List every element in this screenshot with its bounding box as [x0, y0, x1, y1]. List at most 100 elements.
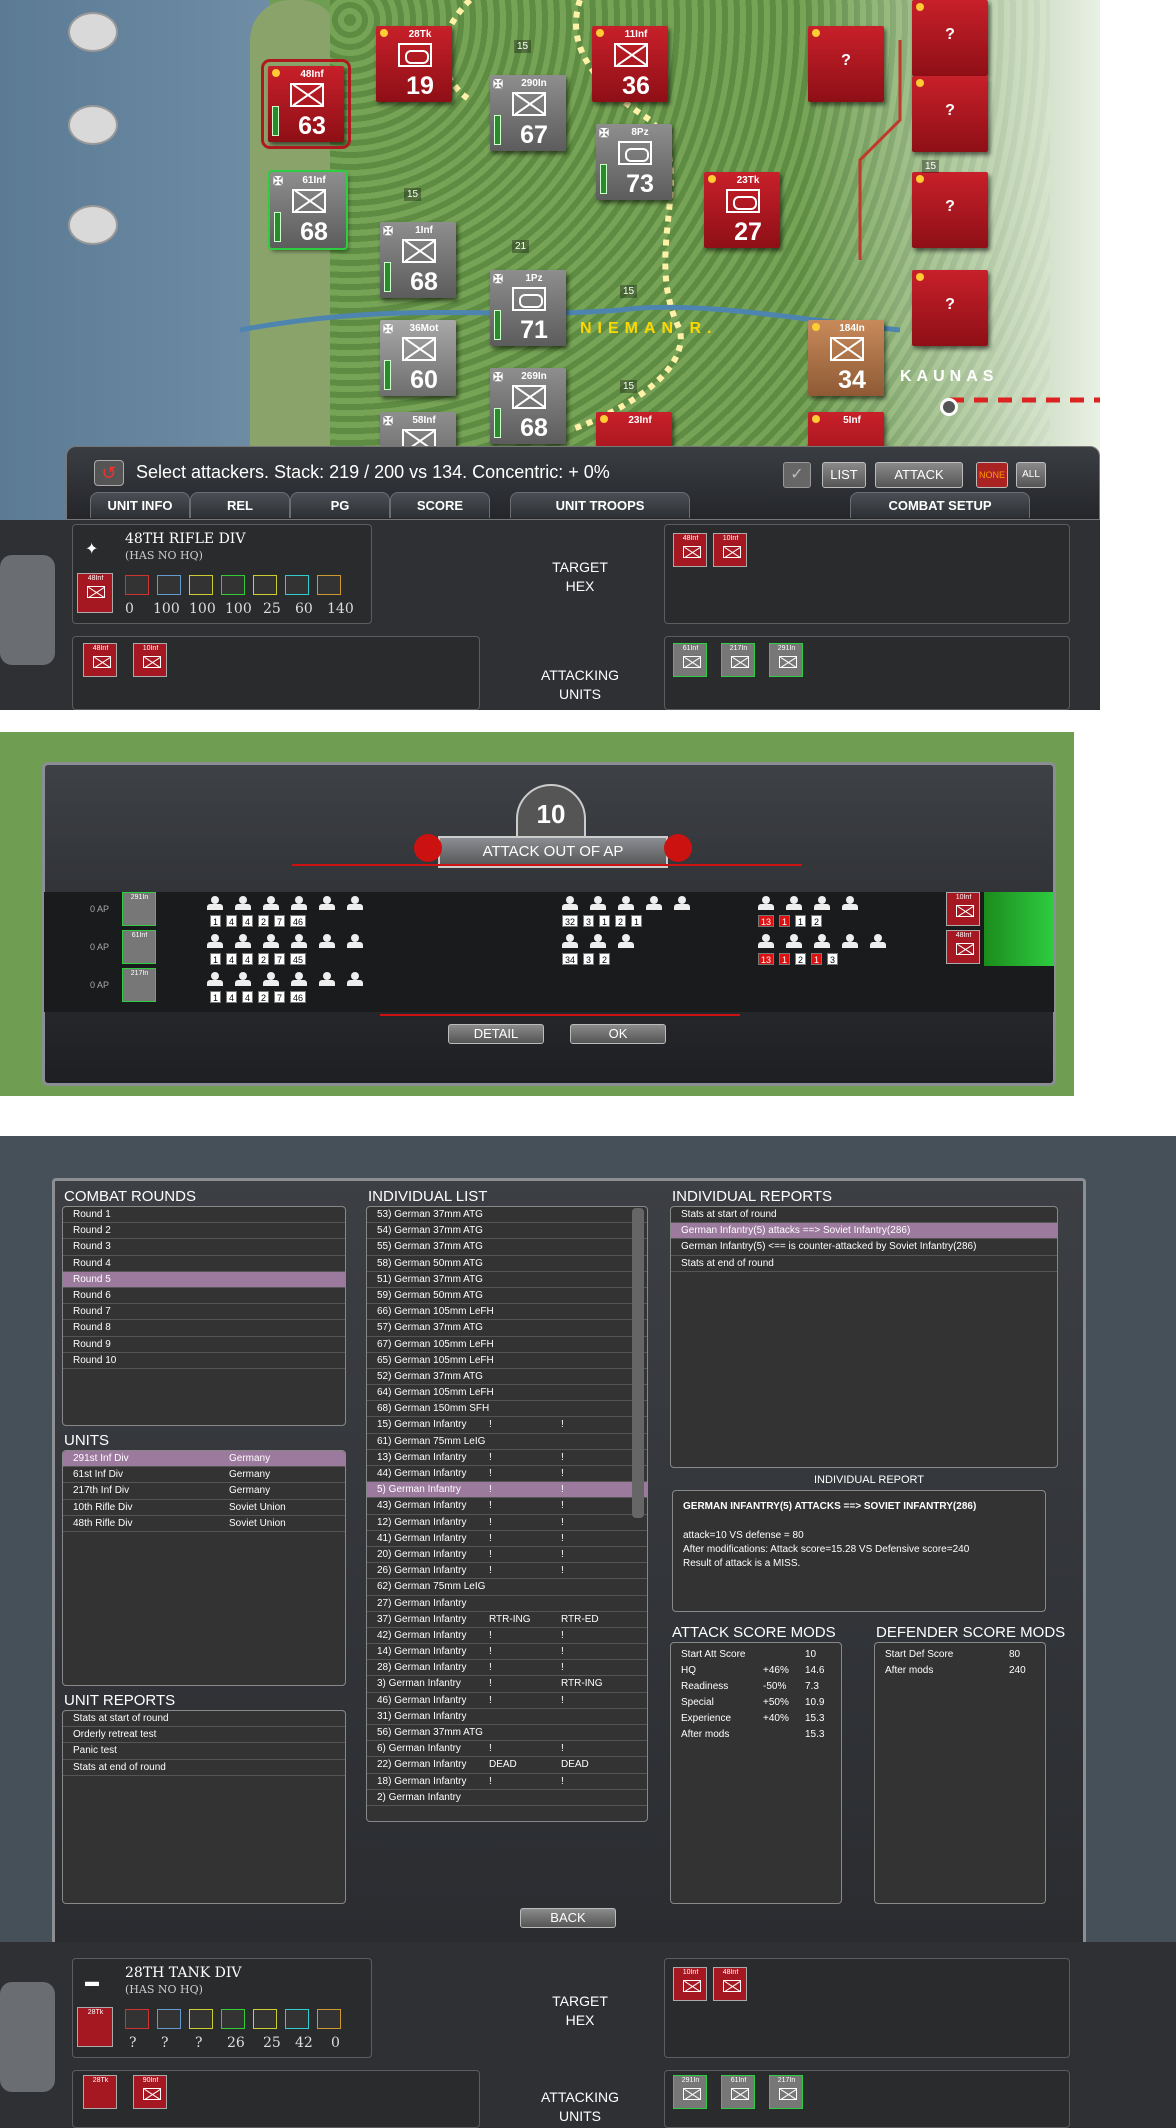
- unit-counter[interactable]: 23Tk 27: [704, 172, 780, 248]
- round-item[interactable]: Round 5: [63, 1271, 345, 1288]
- tab-unit-info[interactable]: UNIT INFO: [90, 492, 190, 518]
- city-marker-icon[interactable]: [940, 398, 958, 416]
- individual-list-row[interactable]: 18) German Infantry!!: [367, 1774, 647, 1790]
- individual-report-item[interactable]: Stats at start of round: [671, 1207, 1057, 1224]
- individual-list-row[interactable]: 15) German Infantry!!: [367, 1417, 647, 1434]
- unit-row[interactable]: 10th Rifle Div Soviet Union: [63, 1500, 345, 1516]
- individual-list-row[interactable]: 56) German 37mm ATG: [367, 1725, 647, 1742]
- all-button[interactable]: ALL: [1016, 462, 1046, 488]
- round-item[interactable]: Round 4: [63, 1256, 345, 1272]
- individual-list-row[interactable]: 68) German 150mm SFH: [367, 1401, 647, 1418]
- detail-button[interactable]: DETAIL: [448, 1024, 544, 1044]
- unknown-unit[interactable]: ?: [912, 172, 988, 248]
- individual-list-row[interactable]: 31) German Infantry: [367, 1709, 647, 1725]
- none-button[interactable]: NONE: [976, 462, 1008, 488]
- individual-list-row[interactable]: 52) German 37mm ATG: [367, 1369, 647, 1386]
- target-unit[interactable]: 10Inf: [673, 1967, 707, 2001]
- attacker-unit[interactable]: 61Inf: [673, 643, 707, 677]
- round-item[interactable]: Round 3: [63, 1239, 345, 1256]
- individual-list-row[interactable]: 62) German 75mm LeIG: [367, 1579, 647, 1596]
- unit-counter[interactable]: ✠ 290In 67: [490, 75, 566, 151]
- unit-counter[interactable]: ✠ 8Pz 73: [596, 124, 672, 200]
- individual-report-item[interactable]: Stats at end of round: [671, 1256, 1057, 1272]
- unit-row[interactable]: 48th Rifle Div Soviet Union: [63, 1516, 345, 1532]
- unit-row[interactable]: 61st Inf Div Germany: [63, 1467, 345, 1484]
- individual-list-row[interactable]: 64) German 105mm LeFH: [367, 1385, 647, 1402]
- binoculars-icon[interactable]: [0, 555, 55, 665]
- target-unit[interactable]: 48Inf: [713, 1967, 747, 2001]
- unit-report-item[interactable]: Stats at end of round: [63, 1760, 345, 1776]
- individual-list-row[interactable]: 3) German Infantry! RTR-ING: [367, 1676, 647, 1693]
- individual-list-row[interactable]: 5) German Infantry!!: [367, 1482, 647, 1499]
- unit-counter[interactable]: ✠ 61Inf 68: [268, 170, 348, 250]
- list-button[interactable]: LIST: [822, 462, 866, 488]
- tab-unit-troops[interactable]: UNIT TROOPS: [510, 492, 690, 518]
- naval-unit[interactable]: [68, 12, 118, 52]
- individual-list-row[interactable]: 12) German Infantry!!: [367, 1515, 647, 1531]
- attacker-tag[interactable]: 291In: [122, 892, 156, 926]
- unit-counter[interactable]: ✠ 36Mot 60: [380, 320, 456, 396]
- individual-list-row[interactable]: 57) German 37mm ATG: [367, 1320, 647, 1337]
- unit-mini-counter[interactable]: 28Tk: [77, 2007, 113, 2047]
- unit-row[interactable]: 291st Inf Div Germany: [63, 1451, 345, 1468]
- naval-unit[interactable]: [68, 105, 118, 145]
- individual-list-row[interactable]: 61) German 75mm LeIG: [367, 1434, 647, 1450]
- round-item[interactable]: Round 1: [63, 1207, 345, 1224]
- individual-list-row[interactable]: 27) German Infantry: [367, 1596, 647, 1612]
- individual-list-row[interactable]: 22) German Infantry DEAD DEAD: [367, 1757, 647, 1774]
- unit-row[interactable]: 217th Inf Div Germany: [63, 1483, 345, 1500]
- individual-list-row[interactable]: 2) German Infantry: [367, 1790, 647, 1806]
- individual-list-row[interactable]: 42) German Infantry!!: [367, 1628, 647, 1645]
- unit-report-item[interactable]: Panic test: [63, 1743, 345, 1760]
- unknown-unit[interactable]: ?: [912, 0, 988, 76]
- individual-list-row[interactable]: 44) German Infantry!!: [367, 1466, 647, 1483]
- unit-counter[interactable]: ✠ 269In 68: [490, 368, 566, 444]
- defender-tag[interactable]: 48Inf: [946, 930, 980, 964]
- tab-combat-setup[interactable]: COMBAT SETUP: [850, 492, 1030, 518]
- round-item[interactable]: Round 8: [63, 1320, 345, 1337]
- round-item[interactable]: Round 7: [63, 1304, 345, 1321]
- attacker-unit[interactable]: 217In: [769, 2075, 803, 2109]
- target-unit[interactable]: 48Inf: [673, 533, 707, 567]
- tab-score[interactable]: SCORE: [390, 492, 490, 518]
- individual-list-row[interactable]: 67) German 105mm LeFH: [367, 1337, 647, 1353]
- individual-list-row[interactable]: 14) German Infantry!!: [367, 1644, 647, 1661]
- back-button[interactable]: BACK: [520, 1908, 616, 1928]
- individual-list-row[interactable]: 41) German Infantry!!: [367, 1531, 647, 1547]
- attacker-unit[interactable]: 61Inf: [721, 2075, 755, 2109]
- individual-list-row[interactable]: 43) German Infantry!!: [367, 1498, 647, 1515]
- individual-list-row[interactable]: 58) German 50mm ATG: [367, 1256, 647, 1272]
- round-item[interactable]: Round 9: [63, 1337, 345, 1353]
- individual-list-scrollbar[interactable]: [632, 1208, 644, 1518]
- tab-rel[interactable]: REL: [190, 492, 290, 518]
- individual-list-row[interactable]: 20) German Infantry!!: [367, 1547, 647, 1564]
- unit-mini-counter[interactable]: 48Inf: [77, 573, 113, 613]
- tab-pg[interactable]: PG: [290, 492, 390, 518]
- check-icon[interactable]: ✓: [783, 462, 811, 488]
- unknown-unit[interactable]: ?: [912, 76, 988, 152]
- attacker-unit[interactable]: 291In: [769, 643, 803, 677]
- defender-tag[interactable]: 10Inf: [946, 892, 980, 926]
- attacker-unit[interactable]: 217In: [721, 643, 755, 677]
- individual-report-item[interactable]: German Infantry(5) attacks ==> Soviet In…: [671, 1223, 1057, 1240]
- attack-button[interactable]: ATTACK: [875, 462, 963, 488]
- unit-counter[interactable]: ✠ 1Pz 71: [490, 270, 566, 346]
- round-item[interactable]: Round 6: [63, 1288, 345, 1305]
- unit-report-item[interactable]: Stats at start of round: [63, 1711, 345, 1728]
- individual-list-row[interactable]: 55) German 37mm ATG: [367, 1239, 647, 1256]
- individual-list-row[interactable]: 59) German 50mm ATG: [367, 1288, 647, 1305]
- target-unit[interactable]: 10Inf: [713, 533, 747, 567]
- unknown-unit[interactable]: ?: [808, 26, 884, 102]
- individual-list-row[interactable]: 51) German 37mm ATG: [367, 1272, 647, 1288]
- individual-list-row[interactable]: 28) German Infantry!!: [367, 1660, 647, 1677]
- unit-counter[interactable]: 184In 34: [808, 320, 884, 396]
- individual-list-row[interactable]: 66) German 105mm LeFH: [367, 1304, 647, 1321]
- attacker-tag[interactable]: 61Inf: [122, 930, 156, 964]
- attacker-tag[interactable]: 217In: [122, 968, 156, 1002]
- individual-list-row[interactable]: 54) German 37mm ATG: [367, 1223, 647, 1240]
- unit-counter[interactable]: 48Inf 63: [261, 59, 351, 149]
- cancel-icon[interactable]: ↺: [94, 460, 124, 486]
- individual-report-item[interactable]: German Infantry(5) <== is counter-attack…: [671, 1239, 1057, 1256]
- attacker-unit[interactable]: 291In: [673, 2075, 707, 2109]
- defender-unit[interactable]: 48Inf: [83, 643, 117, 677]
